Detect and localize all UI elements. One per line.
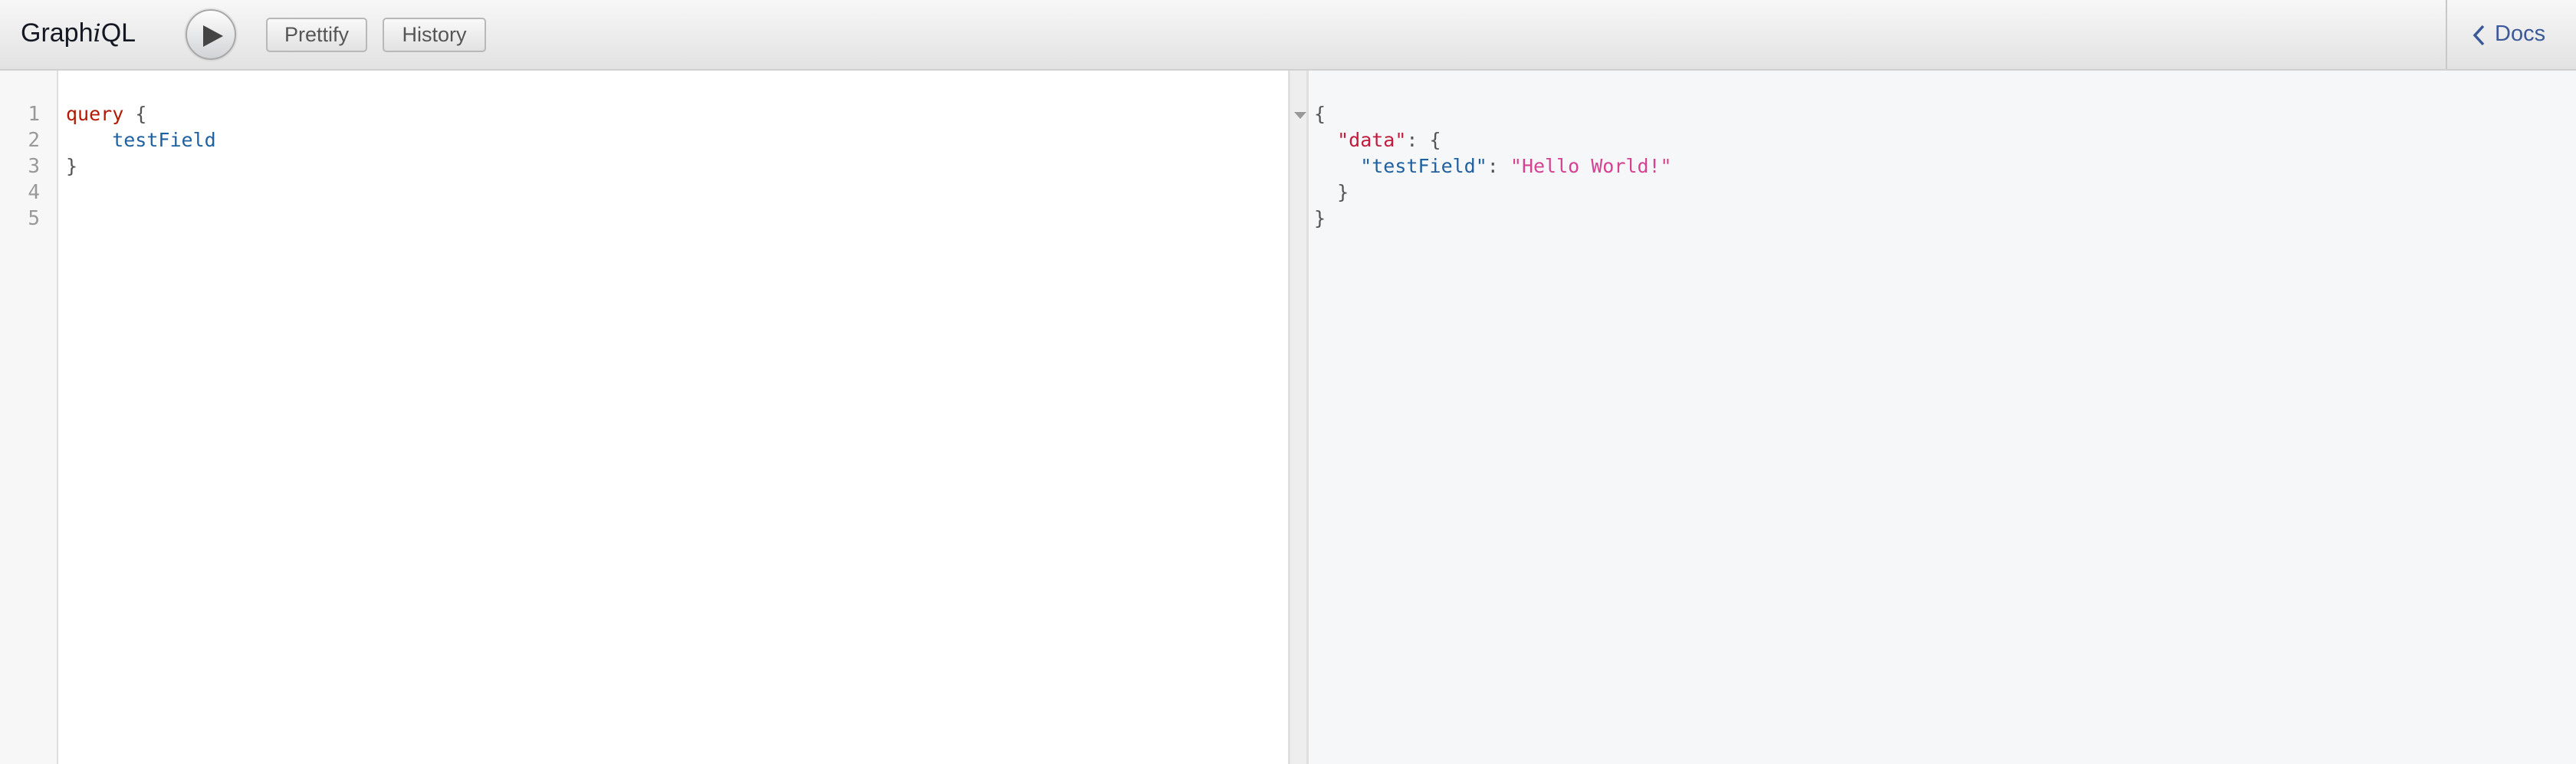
result-line: } <box>1314 207 1326 229</box>
json-punctuation: : <box>1487 155 1510 177</box>
toolbar: GraphiQL Prettify History Docs <box>0 0 2576 71</box>
json-string-value: "Hello World!" <box>1510 155 1672 177</box>
json-key-testfield: "testField" <box>1314 155 1487 177</box>
open-brace: { <box>123 103 147 125</box>
line-number: 4 <box>28 181 40 204</box>
execute-query-button[interactable] <box>186 9 236 60</box>
result-line: "testField": "Hello World!" <box>1314 155 1672 177</box>
json-punctuation: : { <box>1406 129 1441 151</box>
result-line: } <box>1314 181 1349 203</box>
json-key-data: "data" <box>1314 129 1407 151</box>
line-number: 3 <box>28 155 40 178</box>
result-line: { <box>1314 103 1326 125</box>
docs-toggle-container: Docs <box>2446 0 2576 69</box>
query-keyword: query <box>66 103 124 125</box>
play-icon <box>203 25 223 47</box>
close-brace: } <box>66 155 78 177</box>
line-number: 2 <box>28 129 40 152</box>
line-number: 1 <box>28 103 40 126</box>
history-button[interactable]: History <box>383 18 486 52</box>
fold-triangle-icon[interactable] <box>1294 112 1306 119</box>
query-editor[interactable]: 1 2 3 4 5 query { testField } <box>0 71 1288 764</box>
result-open-brace: { <box>1314 103 1326 125</box>
docs-label: Docs <box>2495 21 2546 46</box>
line-number-gutter: 1 2 3 4 5 <box>0 71 58 764</box>
title-suffix: QL <box>100 18 136 48</box>
result-close-brace: } <box>1314 207 1326 229</box>
code-line: query { <box>66 103 146 125</box>
code-line: } <box>66 155 77 177</box>
chevron-left-icon <box>2472 25 2485 46</box>
title-prefix: Graph <box>21 18 94 48</box>
result-line: "data": { <box>1314 129 1441 151</box>
result-fold-gutter <box>1288 71 1309 764</box>
result-inner-close-brace: } <box>1314 181 1349 203</box>
prettify-button[interactable]: Prettify <box>266 18 367 52</box>
field-name: testField <box>66 129 216 151</box>
line-number: 5 <box>28 207 40 230</box>
title-italic: i <box>93 18 101 48</box>
code-line: testField <box>66 129 216 151</box>
result-viewer: { "data": { "testField": "Hello World!" … <box>1309 71 2576 764</box>
app-title: GraphiQL <box>21 18 136 48</box>
